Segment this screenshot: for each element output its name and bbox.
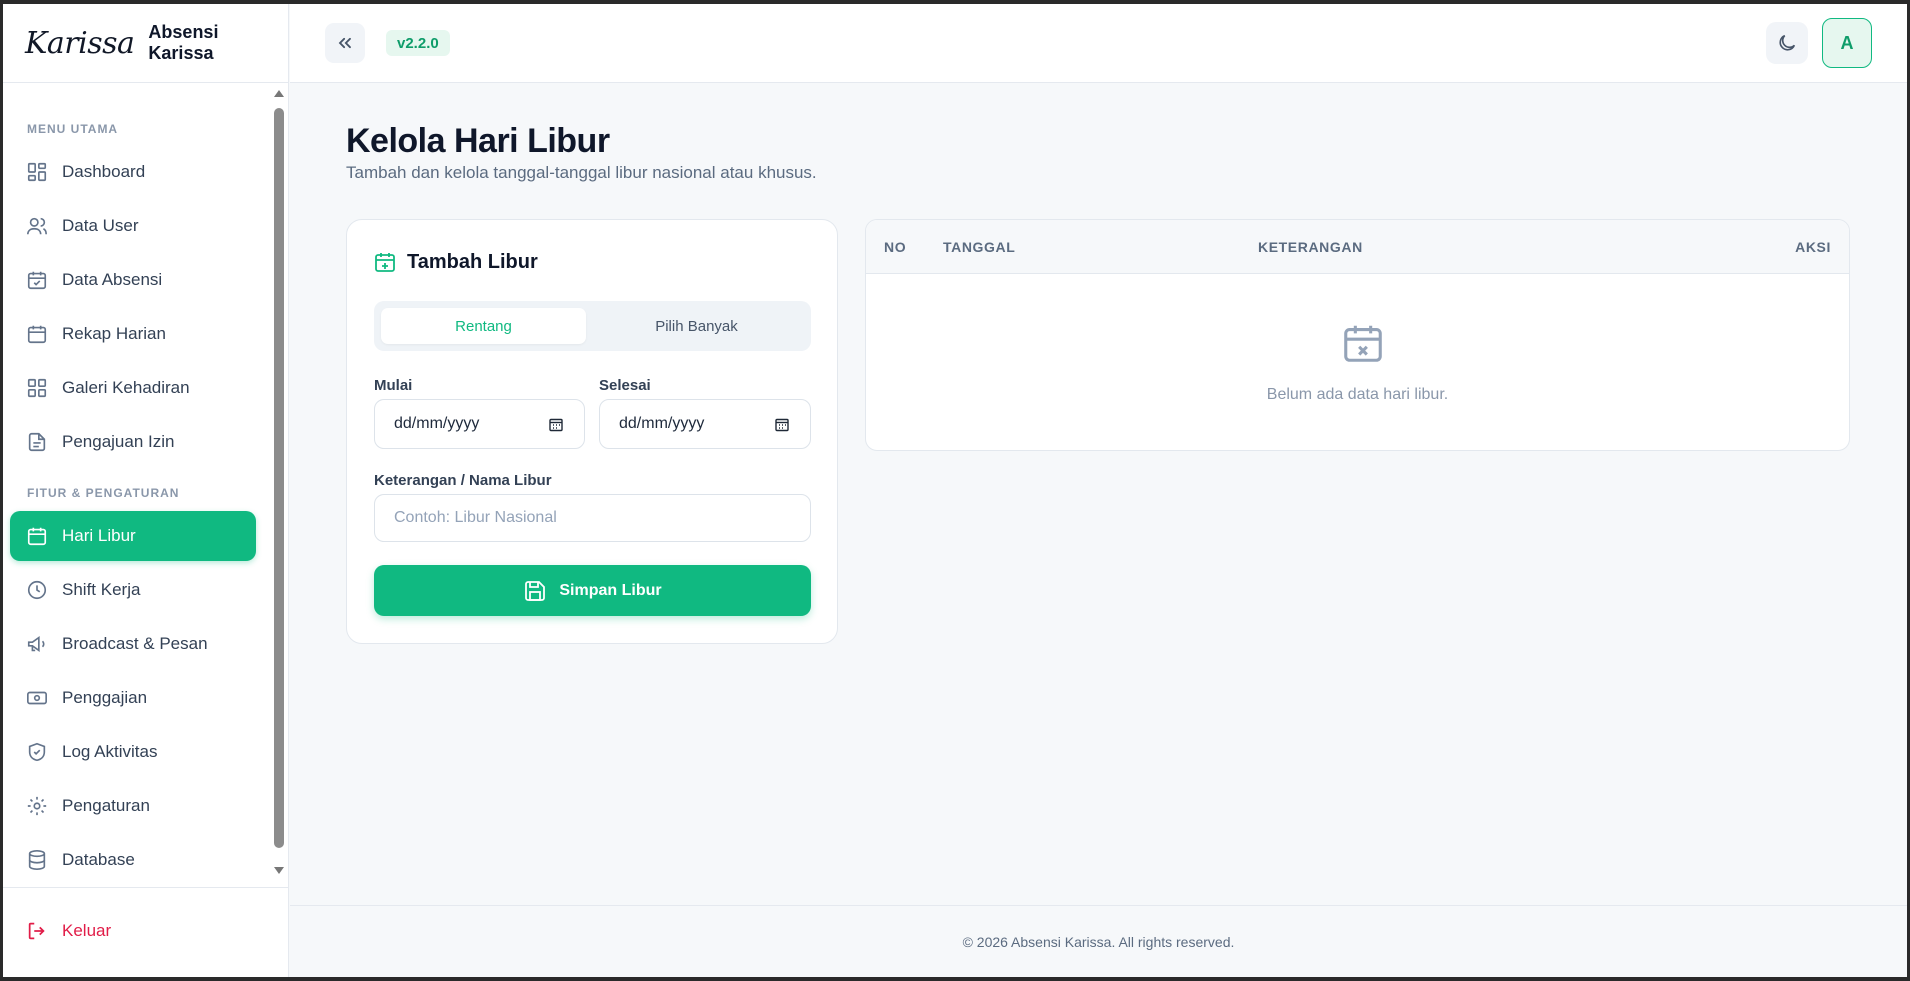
sidebar-item-label: Data User — [62, 216, 139, 235]
users-icon — [26, 215, 48, 237]
scroll-up-arrow[interactable] — [274, 90, 284, 97]
sidebar-item-label: Broadcast & Pesan — [62, 634, 208, 653]
logout-label: Keluar — [62, 921, 112, 940]
section-label-settings: FITUR & PENGATURAN — [27, 486, 180, 500]
theme-toggle-button[interactable] — [1766, 22, 1808, 64]
tab-pilih-banyak[interactable]: Pilih Banyak — [594, 308, 799, 344]
mode-switch: Rentang Pilih Banyak — [374, 301, 811, 351]
shield-check-icon — [26, 741, 48, 763]
clock-icon — [26, 579, 48, 601]
sidebar-item-database[interactable]: Database — [10, 835, 256, 884]
sidebar-footer: Keluar — [3, 887, 289, 977]
grid-icon — [26, 377, 48, 399]
sidebar-item-label: Log Aktivitas — [62, 742, 158, 761]
start-date-label: Mulai — [374, 377, 413, 394]
sidebar-item-label: Dashboard — [62, 162, 146, 181]
banknote-icon — [26, 687, 48, 709]
column-header-aksi: AKSI — [1795, 239, 1831, 255]
sidebar-item-label: Rekap Harian — [62, 324, 166, 343]
sidebar-item-rekap-harian[interactable]: Rekap Harian — [10, 309, 256, 359]
sidebar-item-log-aktivitas[interactable]: Log Aktivitas — [10, 727, 256, 777]
megaphone-icon — [26, 633, 48, 655]
sidebar-item-label: Shift Kerja — [62, 580, 141, 599]
sidebar-item-pengaturan[interactable]: Pengaturan — [10, 781, 256, 831]
brand-name: Absensi Karissa — [148, 22, 219, 63]
moon-icon — [1776, 32, 1798, 54]
sidebar-item-label: Galeri Kehadiran — [62, 378, 190, 397]
scroll-thumb[interactable] — [274, 108, 284, 848]
calendar-check-icon — [26, 269, 48, 291]
start-date-input[interactable]: dd/mm/yyyy — [374, 399, 585, 449]
holiday-table: NO TANGGAL KETERANGAN AKSI Belum ada dat… — [865, 219, 1850, 451]
collapse-sidebar-button[interactable] — [325, 23, 365, 63]
sidebar-item-label: Pengajuan Izin — [62, 432, 175, 451]
empty-state-text: Belum ada data hari libur. — [1266, 386, 1449, 403]
top-header: v2.2.0 A — [290, 4, 1907, 83]
end-date-label: Selesai — [599, 377, 651, 394]
sidebar-scrollbar[interactable] — [273, 86, 285, 878]
card-header: Tambah Libur — [373, 250, 538, 274]
sidebar-item-label: Database — [62, 850, 135, 869]
calendar-icon — [26, 525, 48, 547]
gear-icon — [26, 795, 48, 817]
tab-rentang[interactable]: Rentang — [381, 308, 586, 344]
calendar-icon[interactable] — [774, 417, 790, 433]
start-date-value: dd/mm/yyyy — [394, 415, 480, 432]
section-label-main: MENU UTAMA — [27, 122, 119, 136]
logout-button[interactable]: Keluar — [26, 920, 111, 942]
column-header-no: NO — [884, 239, 907, 255]
end-date-input[interactable]: dd/mm/yyyy — [599, 399, 811, 449]
database-icon — [26, 849, 48, 871]
sidebar-item-data-absensi[interactable]: Data Absensi — [10, 255, 256, 305]
description-placeholder: Contoh: Libur Nasional — [394, 509, 557, 526]
grid-icon — [26, 161, 48, 183]
save-icon — [523, 579, 547, 603]
sidebar-item-label: Data Absensi — [62, 270, 163, 289]
chevrons-left-icon — [335, 33, 355, 53]
sidebar: Karissa Absensi Karissa MENU UTAMA Dashb… — [3, 4, 289, 977]
column-header-keterangan: KETERANGAN — [1258, 239, 1363, 255]
sidebar-item-data-user[interactable]: Data User — [10, 201, 256, 251]
sidebar-item-hari-libur[interactable]: Hari Libur — [10, 511, 256, 561]
card-title: Tambah Libur — [407, 250, 538, 273]
brand-logo: Karissa — [25, 25, 135, 61]
logout-icon — [26, 920, 48, 942]
description-input[interactable]: Contoh: Libur Nasional — [374, 494, 811, 542]
calendar-icon[interactable] — [548, 417, 564, 433]
description-label: Keterangan / Nama Libur — [374, 472, 552, 489]
sidebar-item-penggajian[interactable]: Penggajian — [10, 673, 256, 723]
calendar-plus-icon — [373, 250, 397, 274]
save-holiday-button[interactable]: Simpan Libur — [374, 565, 811, 616]
document-icon — [26, 431, 48, 453]
end-date-value: dd/mm/yyyy — [619, 415, 705, 432]
scroll-down-arrow[interactable] — [274, 867, 284, 874]
brand: Karissa Absensi Karissa — [3, 4, 288, 83]
sidebar-nav: MENU UTAMA Dashboard Data User Data Abse… — [3, 84, 289, 884]
version-badge: v2.2.0 — [386, 30, 450, 56]
column-header-tanggal: TANGGAL — [943, 239, 1016, 255]
sidebar-item-dashboard[interactable]: Dashboard — [10, 147, 256, 197]
add-holiday-card: Tambah Libur Rentang Pilih Banyak Mulai … — [346, 219, 838, 644]
sidebar-item-shift-kerja[interactable]: Shift Kerja — [10, 565, 256, 615]
calendar-x-icon — [1340, 320, 1386, 366]
sidebar-item-label: Pengaturan — [62, 796, 150, 815]
sidebar-item-pengajuan-izin[interactable]: Pengajuan Izin — [10, 417, 256, 467]
calendar-icon — [26, 323, 48, 345]
page-footer: © 2026 Absensi Karissa. All rights reser… — [290, 905, 1907, 977]
page-subtitle: Tambah dan kelola tanggal-tanggal libur … — [346, 163, 817, 182]
sidebar-item-label: Penggajian — [62, 688, 148, 707]
page-title: Kelola Hari Libur — [346, 122, 610, 160]
table-header: NO TANGGAL KETERANGAN AKSI — [866, 220, 1849, 274]
app-window: Karissa Absensi Karissa MENU UTAMA Dashb… — [3, 4, 1907, 977]
sidebar-item-label: Hari Libur — [62, 526, 136, 545]
copyright-text: © 2026 Absensi Karissa. All rights reser… — [962, 933, 1235, 950]
save-label: Simpan Libur — [559, 581, 662, 599]
sidebar-item-galeri-kehadiran[interactable]: Galeri Kehadiran — [10, 363, 256, 413]
avatar[interactable]: A — [1822, 18, 1872, 68]
sidebar-item-broadcast[interactable]: Broadcast & Pesan — [10, 619, 256, 669]
